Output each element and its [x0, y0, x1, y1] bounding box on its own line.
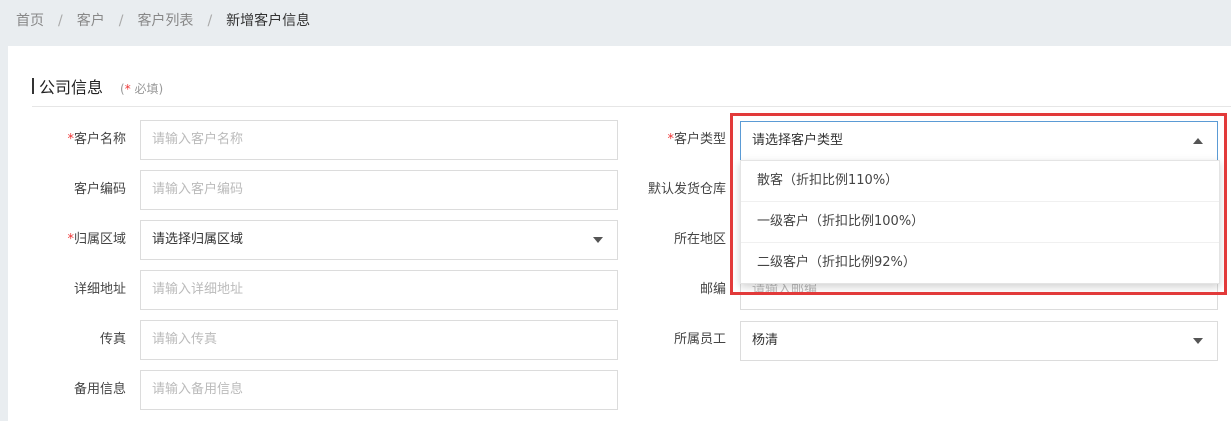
chevron-up-icon — [1193, 138, 1203, 144]
customer-type-label: *客户类型 — [667, 132, 726, 147]
form-card: 公司信息 (* 必填) *客户名称 请输入客户名称 客户编码 请输入客户编码 *… — [8, 46, 1231, 421]
location-label: 所在地区 — [673, 232, 726, 247]
customer-code-input[interactable]: 请输入客户编码 — [140, 170, 618, 210]
chevron-down-icon — [593, 237, 603, 243]
region-label: *归属区域 — [67, 232, 126, 247]
fax-input[interactable]: 请输入传真 — [140, 320, 618, 360]
breadcrumb-customer-list[interactable]: 客户列表 — [137, 13, 193, 29]
warehouse-label: 默认发货仓库 — [647, 182, 726, 197]
dropdown-option[interactable]: 一级客户（折扣比例100%） — [741, 202, 1219, 243]
section-title: 公司信息 — [39, 78, 104, 97]
breadcrumb: 首页 / 客户 / 客户列表 / 新增客户信息 — [16, 0, 310, 44]
fax-label: 传真 — [99, 332, 126, 347]
postcode-label: 邮编 — [699, 282, 726, 297]
address-input[interactable]: 请输入详细地址 — [140, 270, 618, 310]
customer-name-input[interactable]: 请输入客户名称 — [140, 120, 618, 160]
address-label: 详细地址 — [73, 282, 126, 297]
section-title-bar — [32, 78, 34, 94]
breadcrumb-home[interactable]: 首页 — [16, 13, 44, 29]
dropdown-option[interactable]: 二级客户（折扣比例92%） — [741, 243, 1219, 283]
section-header: 公司信息 (* 必填) — [32, 74, 1231, 107]
breadcrumb-separator: / — [58, 13, 63, 29]
backup-label: 备用信息 — [73, 382, 126, 397]
breadcrumb-separator: / — [118, 13, 124, 29]
dropdown-option[interactable]: 散客（折扣比例110%） — [741, 161, 1219, 202]
chevron-down-icon — [1193, 338, 1203, 344]
staff-label: 所属员工 — [673, 332, 726, 347]
breadcrumb-customer[interactable]: 客户 — [77, 13, 105, 29]
customer-type-select[interactable]: 请选择客户类型 — [740, 121, 1218, 161]
backup-input[interactable]: 请输入备用信息 — [140, 370, 618, 410]
region-select[interactable]: 请选择归属区域 — [140, 220, 618, 260]
customer-code-label: 客户编码 — [73, 182, 126, 197]
customer-type-dropdown: 散客（折扣比例110%） 一级客户（折扣比例100%） 二级客户（折扣比例92%… — [740, 160, 1220, 284]
breadcrumb-current: 新增客户信息 — [226, 13, 311, 29]
required-hint: (* 必填) — [120, 82, 164, 96]
breadcrumb-separator: / — [207, 13, 213, 29]
staff-select[interactable]: 杨清 — [740, 321, 1218, 361]
customer-name-label: *客户名称 — [67, 132, 126, 147]
